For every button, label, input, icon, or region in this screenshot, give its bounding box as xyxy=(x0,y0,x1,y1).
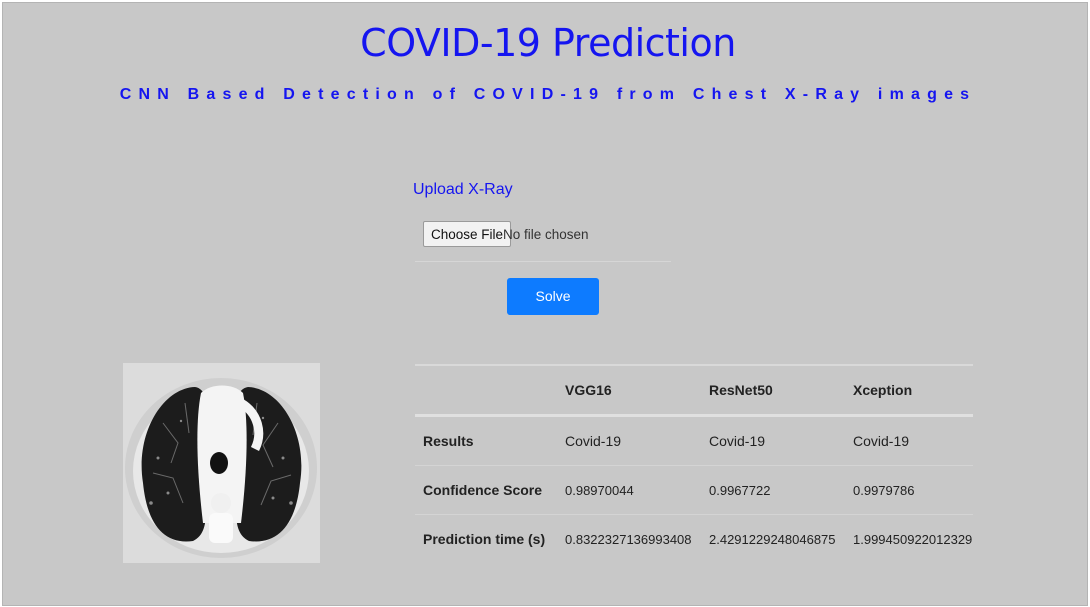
file-status: No file chosen xyxy=(503,227,589,242)
table-row: Prediction time (s) 0.8322327136993408 2… xyxy=(415,514,973,564)
table-cell: 0.8322327136993408 xyxy=(565,531,692,547)
app-window: COVID-19 Prediction CNN Based Detection … xyxy=(2,2,1088,606)
column-header-resnet50: ResNet50 xyxy=(709,382,773,398)
table-cell: 2.4291229248046875 xyxy=(709,531,836,547)
row-label-results: Results xyxy=(423,433,474,449)
solve-button[interactable]: Solve xyxy=(507,278,599,315)
row-label-prediction-time: Prediction time (s) xyxy=(423,531,546,547)
table-cell: Covid-19 xyxy=(709,433,766,449)
column-header-vgg16: VGG16 xyxy=(565,382,612,398)
column-header-empty xyxy=(415,365,557,416)
table-cell: 0.98970044 xyxy=(565,482,634,498)
table-cell: Covid-19 xyxy=(853,433,910,449)
page-subtitle: CNN Based Detection of COVID-19 from Che… xyxy=(119,86,977,103)
column-header-xception: Xception xyxy=(853,382,913,398)
results-table: VGG16 ResNet50 Xception Results Covid-19… xyxy=(415,364,973,563)
table-header-row: VGG16 ResNet50 Xception xyxy=(415,365,973,416)
table-cell: 0.9979786 xyxy=(853,482,915,498)
chest-xray-icon xyxy=(123,363,320,563)
table-cell: 1.999450922012329 xyxy=(853,531,973,547)
table-cell: 0.9967722 xyxy=(709,482,771,498)
table-row: Results Covid-19 Covid-19 Covid-19 xyxy=(415,415,973,466)
row-label-confidence: Confidence Score xyxy=(423,482,543,498)
choose-file-button[interactable]: Choose File xyxy=(423,221,512,247)
table-cell: Covid-19 xyxy=(565,433,622,449)
page-title: COVID-19 Prediction xyxy=(360,21,736,65)
chest-xray-image xyxy=(123,363,320,563)
upload-label: Upload X-Ray xyxy=(413,181,513,198)
file-input[interactable]: Choose File No file chosen xyxy=(415,215,671,262)
table-row: Confidence Score 0.98970044 0.9967722 0.… xyxy=(415,465,973,515)
